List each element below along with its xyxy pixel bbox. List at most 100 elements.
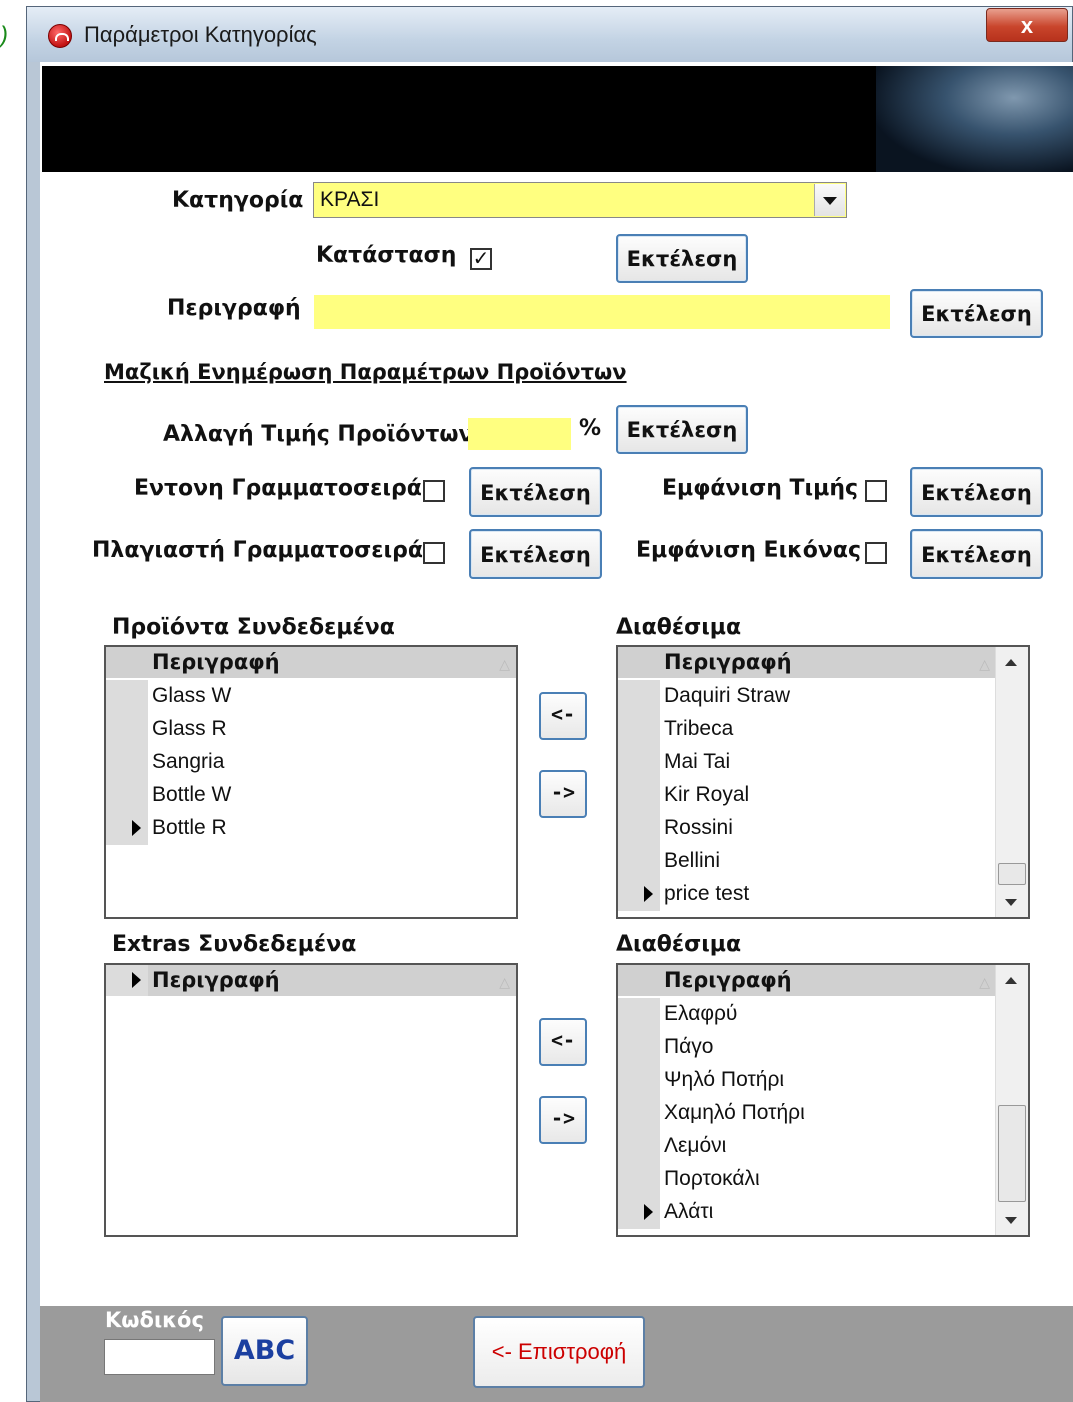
column-header-description[interactable]: Περιγραφή	[152, 650, 280, 674]
status-execute-button[interactable]: Εκτέλεση	[616, 234, 748, 283]
scroll-up-icon[interactable]	[1005, 659, 1017, 666]
row-header[interactable]	[106, 713, 148, 748]
back-button[interactable]: <- Επιστροφή	[473, 1316, 645, 1388]
list-item-current[interactable]: price test	[618, 878, 996, 913]
list-item[interactable]: Glass R	[106, 713, 516, 748]
row-header[interactable]	[618, 746, 660, 781]
description-execute-button[interactable]: Εκτέλεση	[910, 289, 1043, 338]
column-header-description[interactable]: Περιγραφή	[664, 650, 792, 674]
available-extras-grid[interactable]: Περιγραφή △ Ελαφρύ Πάγο Ψηλό Ποτήρι Χαμη…	[616, 963, 1030, 1237]
scroll-up-icon[interactable]	[1005, 977, 1017, 984]
row-header[interactable]	[618, 998, 660, 1033]
column-header-description[interactable]: Περιγραφή	[152, 968, 280, 992]
price-change-label: Αλλαγή Τιμής Προϊόντων	[163, 422, 474, 447]
list-item-current[interactable]: Bottle R	[106, 812, 516, 847]
scroll-thumb[interactable]	[998, 1105, 1026, 1202]
list-item[interactable]: Πορτοκάλι	[618, 1163, 996, 1198]
available-products-grid[interactable]: Περιγραφή △ Daquiri Straw Tribeca Mai Ta…	[616, 645, 1030, 919]
grid-header[interactable]: Περιγραφή △	[106, 647, 516, 678]
list-item-label: Bellini	[664, 849, 721, 872]
row-header[interactable]	[618, 1097, 660, 1132]
grid-header[interactable]: Περιγραφή △	[618, 647, 996, 678]
row-header[interactable]	[618, 845, 660, 880]
status-checkbox[interactable]: ✓	[470, 248, 492, 270]
code-input[interactable]	[104, 1339, 215, 1375]
status-label: Κατάσταση	[316, 243, 457, 268]
italic-font-checkbox[interactable]	[423, 542, 445, 564]
category-select[interactable]: ΚΡΑΣΙ	[313, 182, 847, 218]
list-item[interactable]: Bottle W	[106, 779, 516, 814]
show-image-label: Εμφάνιση Εικόνας	[636, 538, 862, 563]
list-item[interactable]: Sangria	[106, 746, 516, 781]
list-item-label: Bottle W	[152, 783, 232, 806]
scroll-down-icon[interactable]	[1005, 1217, 1017, 1224]
row-header[interactable]	[618, 812, 660, 847]
extras-move-right-button[interactable]: ->	[539, 1096, 587, 1144]
list-item[interactable]: Glass W	[106, 680, 516, 715]
row-header[interactable]	[106, 746, 148, 781]
row-header[interactable]	[618, 1196, 660, 1231]
list-item[interactable]: Bellini	[618, 845, 996, 880]
grid-header[interactable]: Περιγραφή △	[106, 965, 516, 996]
row-header[interactable]	[618, 779, 660, 814]
row-header[interactable]	[618, 1130, 660, 1165]
row-header[interactable]	[618, 1064, 660, 1099]
move-right-button[interactable]: ->	[539, 770, 587, 818]
chevron-down-icon[interactable]	[814, 184, 845, 216]
row-header[interactable]	[618, 713, 660, 748]
available-extras-title: Διαθέσιμα	[616, 932, 742, 957]
available-products-title: Διαθέσιμα	[616, 615, 742, 640]
list-item[interactable]: Πάγο	[618, 1031, 996, 1066]
row-header[interactable]	[106, 680, 148, 715]
list-item-current[interactable]: Αλάτι	[618, 1196, 996, 1231]
list-item[interactable]: Ψηλό Ποτήρι	[618, 1064, 996, 1099]
row-header[interactable]	[106, 965, 148, 996]
list-item-label: Rossini	[664, 816, 733, 839]
linked-products-title: Προϊόντα Συνδεδεμένα	[112, 615, 395, 640]
vertical-scrollbar[interactable]	[995, 647, 1028, 917]
row-header[interactable]	[618, 1163, 660, 1198]
scroll-thumb[interactable]	[998, 863, 1026, 885]
list-item-label: Glass R	[152, 717, 227, 740]
list-item-label: Daquiri Straw	[664, 684, 791, 707]
price-change-input[interactable]	[468, 418, 571, 450]
list-item[interactable]: Λεμόνι	[618, 1130, 996, 1165]
list-item[interactable]: Rossini	[618, 812, 996, 847]
bold-font-checkbox[interactable]	[423, 480, 445, 502]
italic-font-execute-button[interactable]: Εκτέλεση	[469, 529, 602, 579]
description-input[interactable]	[314, 295, 890, 329]
list-item-label: Πορτοκάλι	[664, 1167, 760, 1190]
column-header-description[interactable]: Περιγραφή	[664, 968, 792, 992]
scroll-down-icon[interactable]	[1005, 899, 1017, 906]
description-label: Περιγραφή	[167, 296, 301, 321]
bold-font-execute-button[interactable]: Εκτέλεση	[469, 467, 602, 517]
show-price-execute-button[interactable]: Εκτέλεση	[910, 467, 1043, 517]
list-item-label: Sangria	[152, 750, 225, 773]
linked-extras-grid[interactable]: Περιγραφή △	[104, 963, 518, 1237]
list-item[interactable]: Daquiri Straw	[618, 680, 996, 715]
list-item-label: price test	[664, 882, 750, 905]
price-execute-button[interactable]: Εκτέλεση	[616, 405, 748, 454]
vertical-scrollbar[interactable]	[995, 965, 1028, 1235]
show-image-execute-button[interactable]: Εκτέλεση	[910, 529, 1043, 579]
list-item[interactable]: Kir Royal	[618, 779, 996, 814]
list-item[interactable]: Χαμηλό Ποτήρι	[618, 1097, 996, 1132]
list-item[interactable]: Ελαφρύ	[618, 998, 996, 1033]
show-price-checkbox[interactable]	[865, 480, 887, 502]
row-header[interactable]	[618, 680, 660, 715]
grid-rows: Glass W Glass R Sangria Bottle W Bottle …	[106, 680, 516, 847]
row-header[interactable]	[618, 878, 660, 913]
linked-products-grid[interactable]: Περιγραφή △ Glass W Glass R Sangria Bott…	[104, 645, 518, 919]
app-icon	[48, 24, 72, 48]
extras-move-left-button[interactable]: <-	[539, 1018, 587, 1066]
list-item[interactable]: Mai Tai	[618, 746, 996, 781]
keyboard-button[interactable]: ABC	[221, 1316, 308, 1386]
move-left-button[interactable]: <-	[539, 692, 587, 740]
grid-header[interactable]: Περιγραφή △	[618, 965, 996, 996]
close-button[interactable]: x	[986, 8, 1068, 42]
row-header[interactable]	[106, 779, 148, 814]
row-header[interactable]	[106, 812, 148, 847]
show-image-checkbox[interactable]	[865, 542, 887, 564]
list-item[interactable]: Tribeca	[618, 713, 996, 748]
row-header[interactable]	[618, 1031, 660, 1066]
